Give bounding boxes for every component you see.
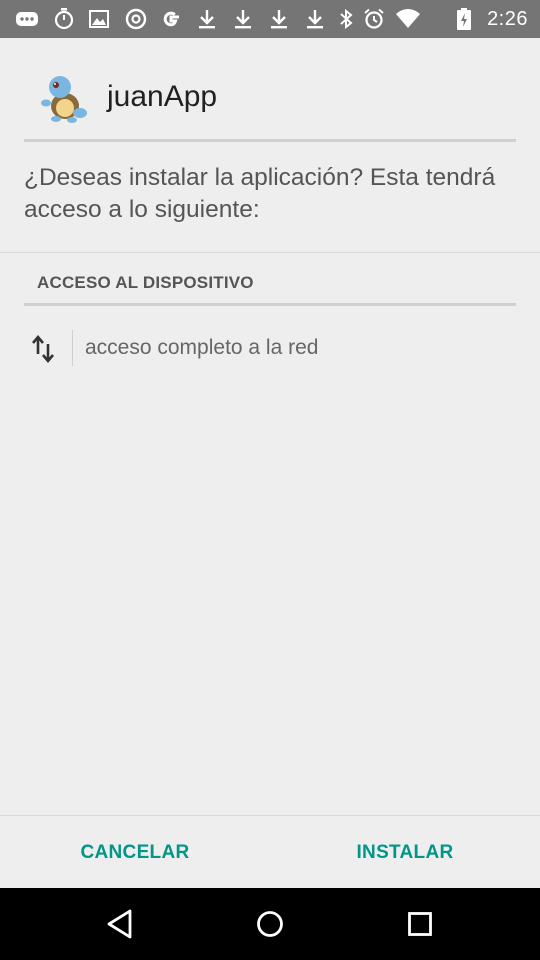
message-icon	[14, 7, 40, 31]
wifi-icon	[393, 7, 423, 31]
squirtle-app-icon	[36, 72, 88, 124]
stopwatch-icon	[51, 7, 77, 31]
home-icon[interactable]	[252, 906, 288, 942]
google-icon	[158, 7, 184, 31]
download-icon	[302, 7, 328, 31]
permissions-section-title: ACCESO AL DISPOSITIVO	[37, 273, 254, 292]
network-arrows-icon	[30, 334, 56, 364]
navigation-bar	[0, 888, 540, 960]
cancel-button[interactable]: CANCELAR	[0, 816, 270, 889]
header-divider	[24, 139, 516, 142]
bluetooth-icon	[333, 7, 359, 31]
image-icon	[86, 7, 112, 31]
download-icon	[230, 7, 256, 31]
back-icon[interactable]	[102, 906, 138, 942]
app-name: juanApp	[107, 80, 218, 113]
chrome-icon	[123, 7, 149, 31]
action-button-bar: CANCELAR INSTALAR	[0, 815, 540, 889]
permission-separator	[72, 330, 73, 366]
download-icon	[194, 7, 220, 31]
battery-icon	[455, 7, 473, 31]
status-time: 2:26	[487, 8, 528, 30]
download-icon	[266, 7, 292, 31]
recents-icon[interactable]	[402, 906, 438, 942]
permission-label: acceso completo a la red	[85, 336, 319, 359]
section-divider	[24, 303, 516, 306]
alarm-icon	[361, 7, 387, 31]
install-button[interactable]: INSTALAR	[270, 816, 540, 889]
permission-item-network[interactable]: acceso completo a la red	[24, 330, 516, 368]
install-question: ¿Deseas instalar la aplicación? Esta ten…	[24, 164, 496, 223]
status-bar: 2:26	[0, 0, 540, 38]
content-divider	[0, 252, 540, 253]
